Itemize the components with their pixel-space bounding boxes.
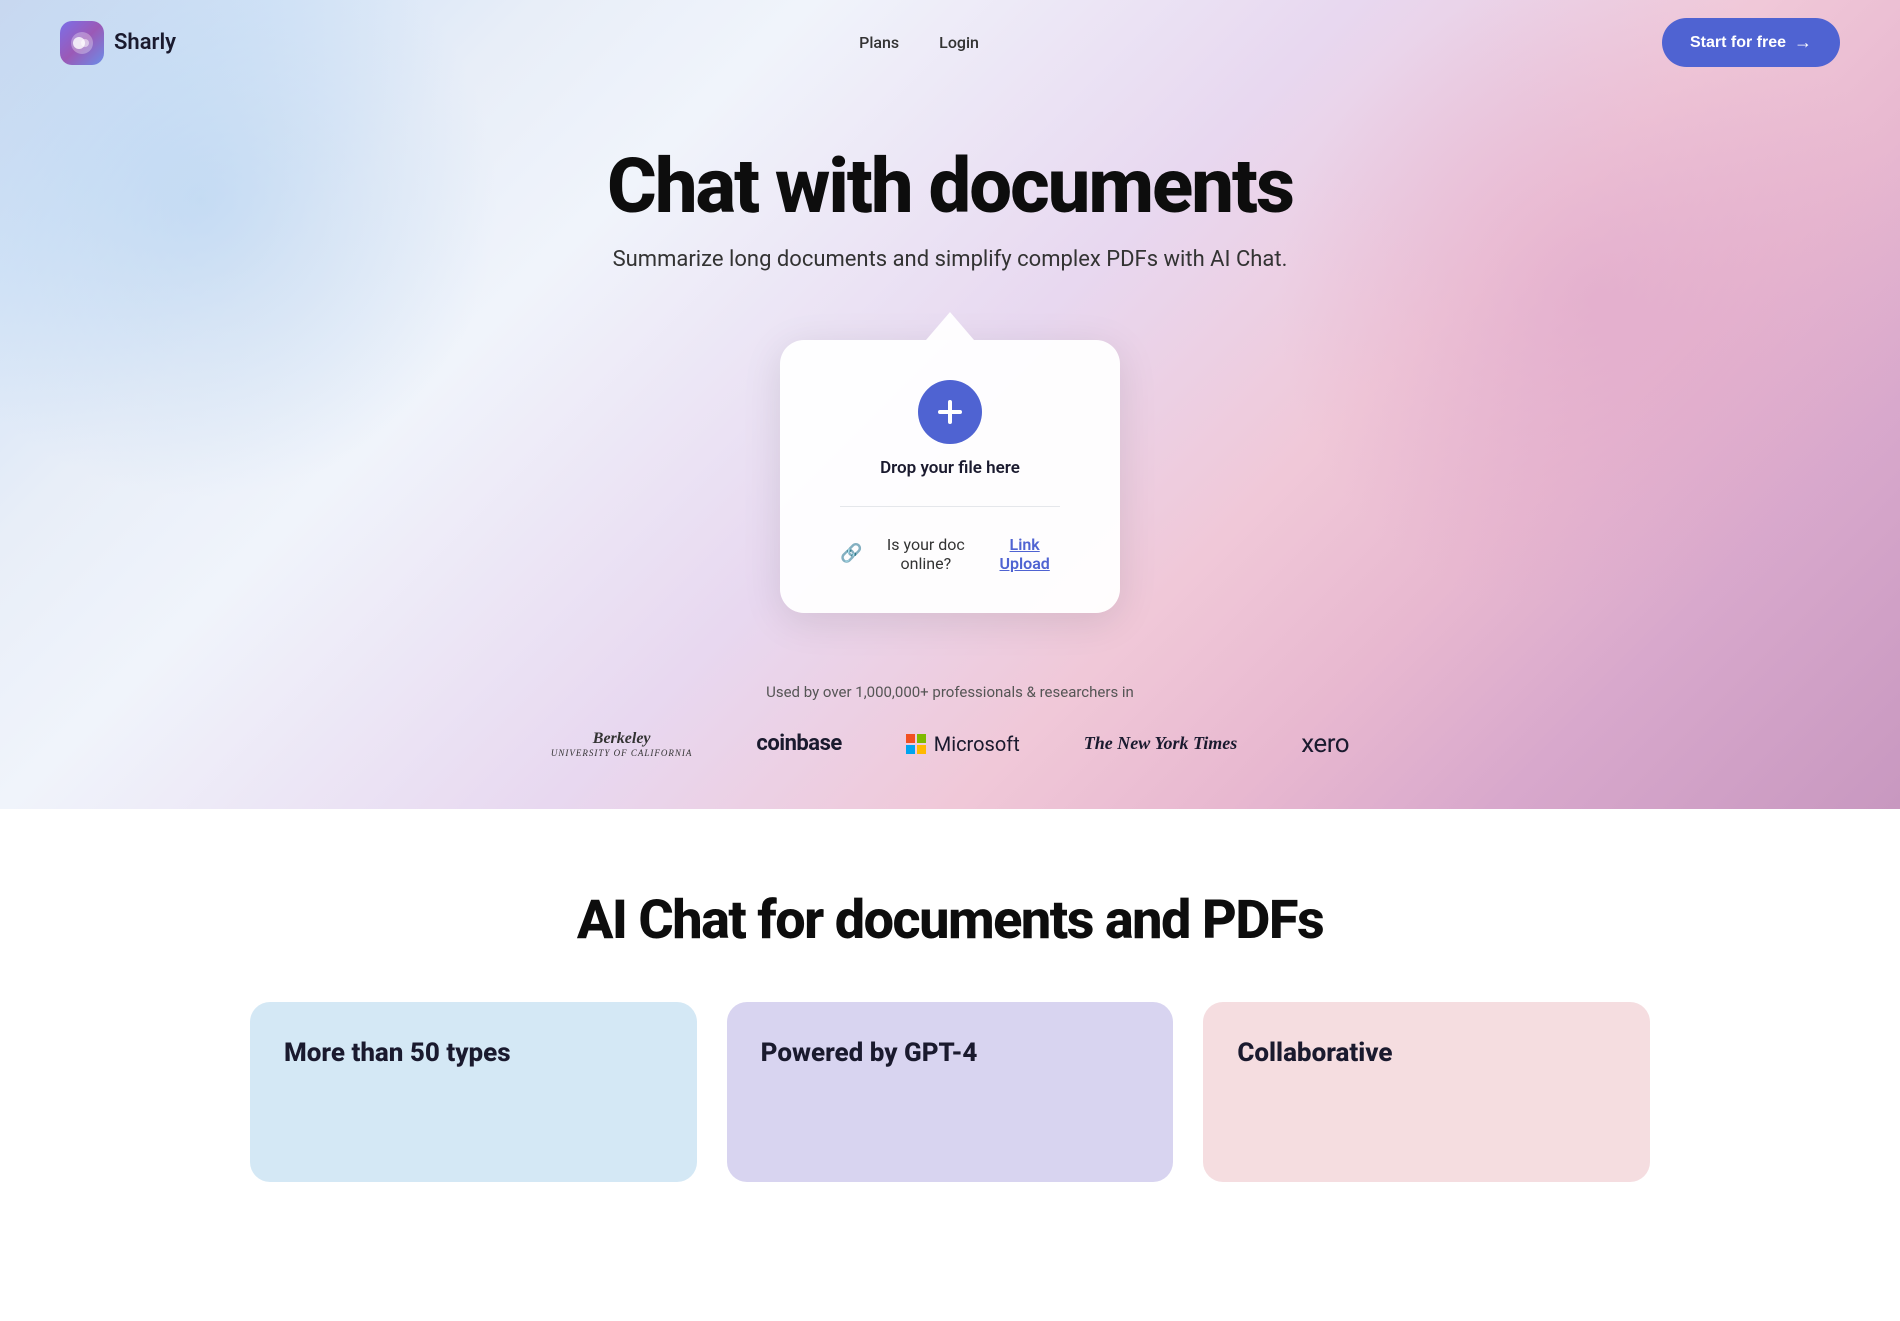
card-arrow-decoration <box>926 312 974 340</box>
ai-section-title: AI Chat for documents and PDFs <box>577 889 1323 952</box>
trusted-description: Used by over 1,000,000+ professionals & … <box>766 683 1134 701</box>
logo-icon <box>60 21 104 65</box>
brand-name: Sharly <box>114 30 176 55</box>
trusted-section: Used by over 1,000,000+ professionals & … <box>0 683 1900 809</box>
hero-title: Chat with documents <box>607 145 1293 229</box>
upload-plus-button[interactable] <box>918 380 982 444</box>
feature-card-types: More than 50 types <box>250 1002 697 1182</box>
hero-section: Sharly Plans Login Start for free → Chat… <box>0 0 1900 809</box>
microsoft-grid-icon <box>906 734 926 754</box>
logo-microsoft: Microsoft <box>906 732 1020 756</box>
link-upload-row: 🔗 Is your doc online? Link Upload <box>840 535 1060 573</box>
logo-coinbase: coinbase <box>756 731 841 756</box>
feature-title-collab: Collaborative <box>1237 1038 1616 1069</box>
logo-xero: xero <box>1301 729 1349 759</box>
card-divider <box>840 506 1060 507</box>
upload-card[interactable]: Drop your file here 🔗 Is your doc online… <box>780 340 1120 613</box>
hero-content: Chat with documents Summarize long docum… <box>0 85 1900 613</box>
drop-file-text: Drop your file here <box>880 458 1020 478</box>
cta-arrow-icon: → <box>1794 32 1812 53</box>
link-icon: 🔗 <box>840 543 862 564</box>
navbar: Sharly Plans Login Start for free → <box>0 0 1900 85</box>
login-link[interactable]: Login <box>939 33 979 52</box>
feature-title-types: More than 50 types <box>284 1038 663 1069</box>
start-free-button[interactable]: Start for free → <box>1662 18 1840 67</box>
online-doc-label: Is your doc online? <box>870 535 981 573</box>
logo-container: Sharly <box>60 21 176 65</box>
ai-chat-section: AI Chat for documents and PDFs More than… <box>0 809 1900 1222</box>
feature-card-gpt4: Powered by GPT-4 <box>727 1002 1174 1182</box>
feature-title-gpt4: Powered by GPT-4 <box>761 1038 1140 1069</box>
features-grid: More than 50 types Powered by GPT-4 Coll… <box>250 1002 1650 1182</box>
hero-subtitle: Summarize long documents and simplify co… <box>613 247 1288 272</box>
feature-card-collab: Collaborative <box>1203 1002 1650 1182</box>
trusted-logos-row: Berkeley University of California coinba… <box>551 729 1349 759</box>
link-upload-button[interactable]: Link Upload <box>989 535 1060 573</box>
upload-card-wrapper: Drop your file here 🔗 Is your doc online… <box>780 312 1120 613</box>
logo-nyt: The New York Times <box>1084 733 1238 754</box>
logo-berkeley: Berkeley University of California <box>551 729 693 759</box>
plans-link[interactable]: Plans <box>859 33 899 52</box>
nav-links: Plans Login <box>859 33 979 52</box>
